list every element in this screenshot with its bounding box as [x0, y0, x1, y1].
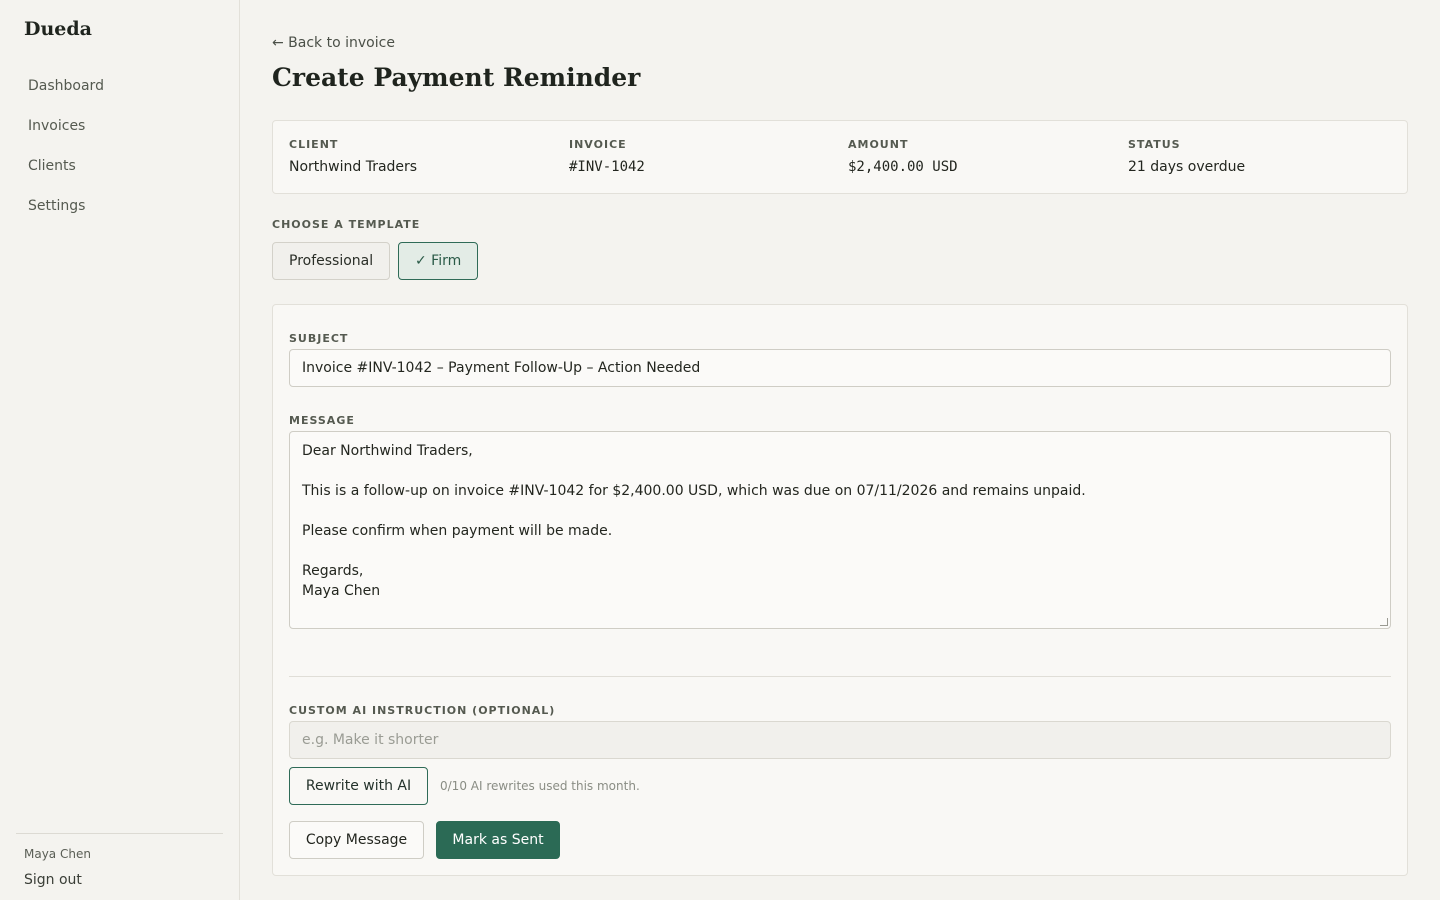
- message-line: Please confirm when payment will be made…: [302, 523, 613, 539]
- ai-instruction-input[interactable]: [289, 721, 1391, 759]
- sidebar-item-settings[interactable]: Settings: [16, 186, 224, 226]
- amount-label: AMOUNT: [848, 138, 909, 151]
- message-line: This is a follow-up on invoice #INV-1042…: [302, 483, 1086, 499]
- status-label: STATUS: [1128, 138, 1181, 151]
- invoice-label: INVOICE: [569, 138, 627, 151]
- ai-usage-text: 0/10 AI rewrites used this month.: [440, 779, 640, 793]
- sidebar-nav: Dashboard Invoices Clients Settings: [16, 66, 224, 226]
- app-logo[interactable]: Dueda: [24, 18, 92, 40]
- ai-instruction-label: CUSTOM AI INSTRUCTION (OPTIONAL): [289, 704, 556, 717]
- message-textarea[interactable]: Dear Northwind Traders, This is a follow…: [289, 431, 1391, 629]
- message-line: [302, 501, 1378, 521]
- reminder-editor-card: SUBJECT Invoice #INV-1042 – Payment Foll…: [272, 304, 1408, 876]
- rewrite-with-ai-button[interactable]: Rewrite with AI: [289, 767, 428, 805]
- sidebar-item-invoices[interactable]: Invoices: [16, 106, 224, 146]
- sidebar-footer: Maya Chen Sign out: [16, 833, 223, 888]
- message-line: [302, 461, 1378, 481]
- resize-grip-icon[interactable]: [1380, 618, 1388, 626]
- template-professional-button[interactable]: Professional: [272, 242, 390, 280]
- client-value: Northwind Traders: [289, 159, 418, 175]
- client-label: CLIENT: [289, 138, 339, 151]
- sign-out-link[interactable]: Sign out: [24, 872, 82, 888]
- invoice-summary-card: CLIENT Northwind Traders INVOICE #INV-10…: [272, 120, 1408, 194]
- amount-value: $2,400.00 USD: [848, 159, 958, 175]
- message-label: MESSAGE: [289, 414, 355, 427]
- subject-label: SUBJECT: [289, 332, 349, 345]
- back-to-invoice-link[interactable]: ← Back to invoice: [272, 35, 395, 51]
- copy-message-button[interactable]: Copy Message: [289, 821, 424, 859]
- message-line: [302, 541, 1378, 561]
- message-line: Regards,: [302, 563, 364, 579]
- status-value: 21 days overdue: [1128, 159, 1246, 175]
- sidebar: Dueda Dashboard Invoices Clients Setting…: [0, 0, 240, 900]
- template-firm-button[interactable]: ✓ Firm: [398, 242, 478, 280]
- mark-as-sent-button[interactable]: Mark as Sent: [436, 821, 560, 859]
- sidebar-item-clients[interactable]: Clients: [16, 146, 224, 186]
- invoice-value: #INV-1042: [569, 159, 645, 175]
- template-label: CHOOSE A TEMPLATE: [272, 218, 421, 231]
- divider: [289, 676, 1391, 677]
- message-line: Maya Chen: [302, 583, 381, 599]
- page-title: Create Payment Reminder: [272, 63, 641, 92]
- subject-input[interactable]: Invoice #INV-1042 – Payment Follow-Up – …: [289, 349, 1391, 387]
- sidebar-item-dashboard[interactable]: Dashboard: [16, 66, 224, 106]
- user-name: Maya Chen: [24, 847, 91, 861]
- message-line: Dear Northwind Traders,: [302, 443, 473, 459]
